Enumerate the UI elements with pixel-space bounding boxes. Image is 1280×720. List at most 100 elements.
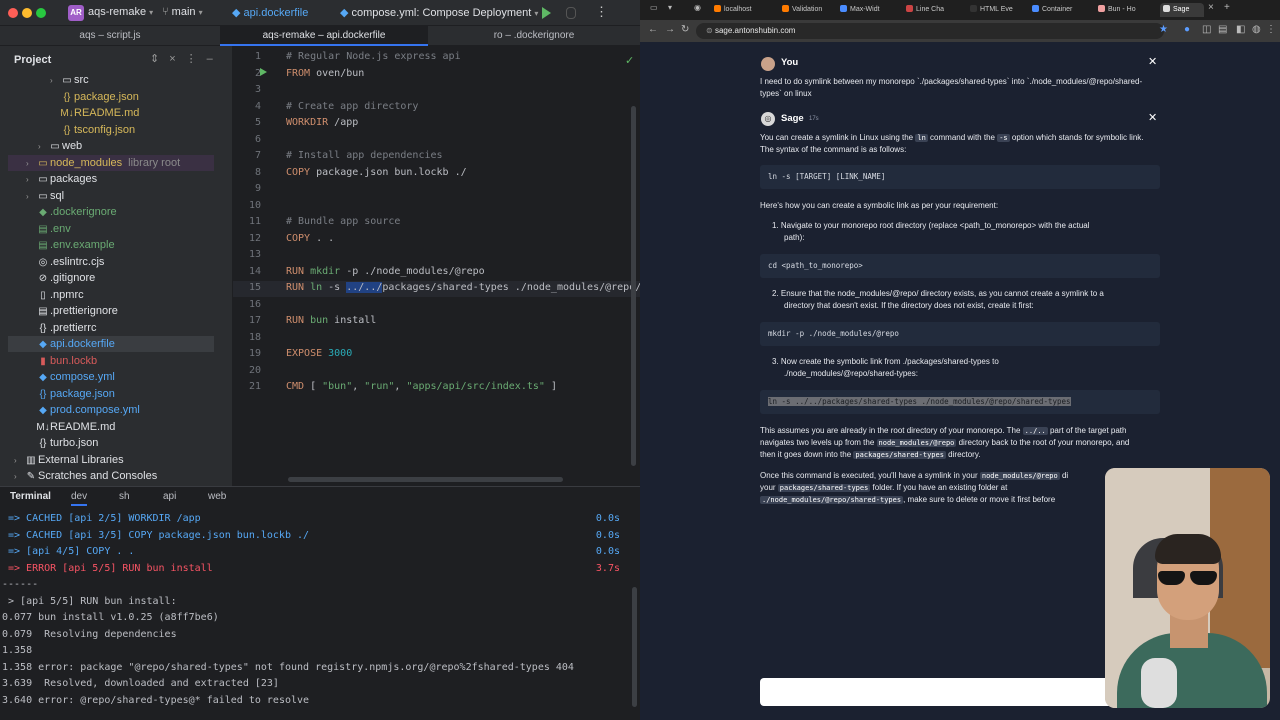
code-line[interactable]: # Bundle app source: [286, 216, 400, 227]
vertical-scrollbar[interactable]: [631, 106, 636, 466]
chevron-right-icon[interactable]: ›: [14, 453, 24, 469]
menu-icon[interactable]: ⋮: [1266, 24, 1276, 35]
code-line[interactable]: RUN mkdir -p ./node_modules/@repo: [286, 266, 485, 277]
browser-tab[interactable]: Container: [1032, 3, 1088, 17]
terminal-tab-sh[interactable]: sh: [119, 491, 130, 502]
code-line[interactable]: CMD [ "bun", "run", "apps/api/src/index.…: [286, 381, 557, 392]
code-line[interactable]: # Install app dependencies: [286, 150, 443, 161]
code-line[interactable]: # Regular Node.js express api: [286, 51, 461, 62]
browser-tab[interactable]: HTML Eve: [970, 3, 1026, 17]
close-tab-icon[interactable]: ×: [1208, 2, 1214, 13]
browser-tab[interactable]: Bun - Ho: [1098, 3, 1154, 17]
run-config-selector[interactable]: ◆ compose.yml: Compose Deployment ▾: [340, 6, 538, 19]
tree-item[interactable]: ◆ .dockerignore: [8, 204, 214, 220]
branch-selector[interactable]: ⑂ main ▾: [162, 6, 203, 18]
terminal-tab-web[interactable]: web: [208, 491, 226, 502]
tree-item[interactable]: M↓README.md: [8, 105, 214, 121]
tree-item[interactable]: M↓README.md: [8, 419, 214, 435]
debug-icon[interactable]: [566, 7, 576, 19]
more-options-icon[interactable]: ⋮: [595, 4, 608, 20]
tree-item[interactable]: {} package.json: [8, 386, 214, 402]
code-line[interactable]: # Create app directory: [286, 101, 418, 112]
horizontal-scrollbar[interactable]: [288, 477, 563, 482]
tree-item[interactable]: › ▭ node_modules library root: [8, 154, 214, 172]
terminal-tab-api[interactable]: api: [163, 491, 176, 502]
browser-tab[interactable]: Line Cha: [906, 3, 962, 17]
tree-item[interactable]: {} tsconfig.json: [8, 122, 214, 138]
code-line[interactable]: EXPOSE 3000: [286, 348, 352, 359]
tree-item[interactable]: ▮ bun.lockb: [8, 353, 214, 369]
tree-item[interactable]: ▤ .prettierignore: [8, 303, 214, 319]
chevron-right-icon[interactable]: ›: [26, 156, 36, 172]
extension-icon[interactable]: ●: [1184, 24, 1190, 35]
close-icon[interactable]: ✕: [1148, 111, 1157, 124]
maximize-window-button[interactable]: [36, 8, 46, 18]
more-options-icon[interactable]: ⋮: [186, 53, 207, 65]
code-line[interactable]: RUN bun install: [286, 315, 376, 326]
sidebar-icon[interactable]: ▭: [650, 3, 658, 12]
code-line[interactable]: COPY package.json bun.lockb ./: [286, 167, 467, 178]
terminal-tab-dev[interactable]: dev: [71, 491, 88, 506]
minimize-icon[interactable]: –: [207, 53, 223, 65]
code-block-mkdir[interactable]: mkdir -p ./node_modules/@repo: [760, 322, 1160, 346]
close-icon[interactable]: ✕: [1148, 55, 1157, 68]
chevron-right-icon[interactable]: ›: [38, 139, 48, 155]
project-selector[interactable]: aqs-remake ▾: [88, 6, 153, 18]
tree-item[interactable]: ▤ .env.example: [8, 237, 214, 253]
github-icon[interactable]: ◉: [694, 3, 701, 12]
close-window-button[interactable]: [8, 8, 18, 18]
chevron-right-icon[interactable]: ›: [26, 172, 36, 188]
tree-item[interactable]: › ▭ sql: [8, 188, 214, 204]
code-line[interactable]: FROM oven/bun: [286, 68, 364, 79]
chevron-right-icon[interactable]: ›: [50, 73, 60, 89]
tree-item[interactable]: › ▭ web: [8, 138, 214, 154]
new-tab-icon[interactable]: +: [1224, 2, 1230, 13]
browser-tab[interactable]: localhost: [714, 3, 770, 17]
tree-item[interactable]: › ✎ Scratches and Consoles: [8, 468, 214, 484]
chat-input[interactable]: [760, 678, 1160, 706]
code-line[interactable]: WORKDIR /app: [286, 117, 358, 128]
project-badge[interactable]: AR: [68, 5, 84, 21]
reading-list-icon[interactable]: ▤: [1218, 24, 1227, 35]
bookmark-star-icon[interactable]: ★: [1159, 24, 1168, 35]
code-editor[interactable]: 1 # Regular Node.js express api 2 FROM oven…: [233, 46, 640, 486]
terminal-scrollbar[interactable]: [632, 587, 637, 707]
extensions-icon[interactable]: ◫: [1202, 24, 1211, 35]
tree-item[interactable]: › ▥ External Libraries: [8, 452, 214, 468]
address-bar[interactable]: ⊜ sage.antonshubin.com: [696, 23, 1164, 39]
tree-item[interactable]: ⊘ .gitignore: [8, 270, 214, 286]
tab-script-js[interactable]: aqs – script.js: [0, 26, 220, 46]
browser-tab[interactable]: Validation: [782, 3, 838, 17]
code-block-cd[interactable]: cd <path_to_monorepo>: [760, 254, 1160, 278]
tree-item[interactable]: ◎ .eslintrc.cjs: [8, 254, 214, 270]
tree-item[interactable]: ◆ prod.compose.yml: [8, 402, 214, 418]
code-line[interactable]: RUN ln -s ../../packages/shared-types ./…: [286, 282, 640, 293]
minimize-window-button[interactable]: [22, 8, 32, 18]
tree-item[interactable]: ▯ .npmrc: [8, 287, 214, 303]
reload-icon[interactable]: ↻: [681, 24, 689, 35]
code-line[interactable]: COPY . .: [286, 233, 334, 244]
tree-item[interactable]: {} turbo.json: [8, 435, 214, 451]
tree-item[interactable]: › ▭ packages: [8, 171, 214, 187]
gutter-run-icon[interactable]: [260, 68, 267, 76]
tree-item[interactable]: › ▭ src: [8, 72, 214, 88]
tree-item[interactable]: {} .prettierrc: [8, 320, 214, 336]
tree-item[interactable]: {} package.json: [8, 89, 214, 105]
close-icon[interactable]: ×: [169, 53, 185, 65]
terminal-title[interactable]: Terminal: [10, 491, 51, 502]
forward-icon[interactable]: →: [665, 24, 675, 35]
tree-item[interactable]: ▤ .env: [8, 221, 214, 237]
tab-list-icon[interactable]: ▾: [668, 3, 672, 12]
browser-tab[interactable]: Max-Widt: [840, 3, 896, 17]
run-icon[interactable]: [542, 7, 551, 19]
project-panel-title[interactable]: Project: [14, 54, 51, 66]
collapse-icon[interactable]: ⇕: [150, 53, 169, 65]
tab-api-dockerfile[interactable]: aqs-remake – api.dockerfile: [220, 26, 428, 46]
chevron-right-icon[interactable]: ›: [14, 469, 24, 485]
tree-item[interactable]: ◆ api.dockerfile: [8, 336, 214, 352]
profile-icon[interactable]: ◍: [1252, 24, 1261, 35]
split-view-icon[interactable]: ◧: [1236, 24, 1245, 35]
tab-dockerignore[interactable]: ro – .dockerignore: [428, 26, 640, 46]
browser-tab[interactable]: Sage: [1160, 3, 1204, 17]
chevron-right-icon[interactable]: ›: [26, 189, 36, 205]
